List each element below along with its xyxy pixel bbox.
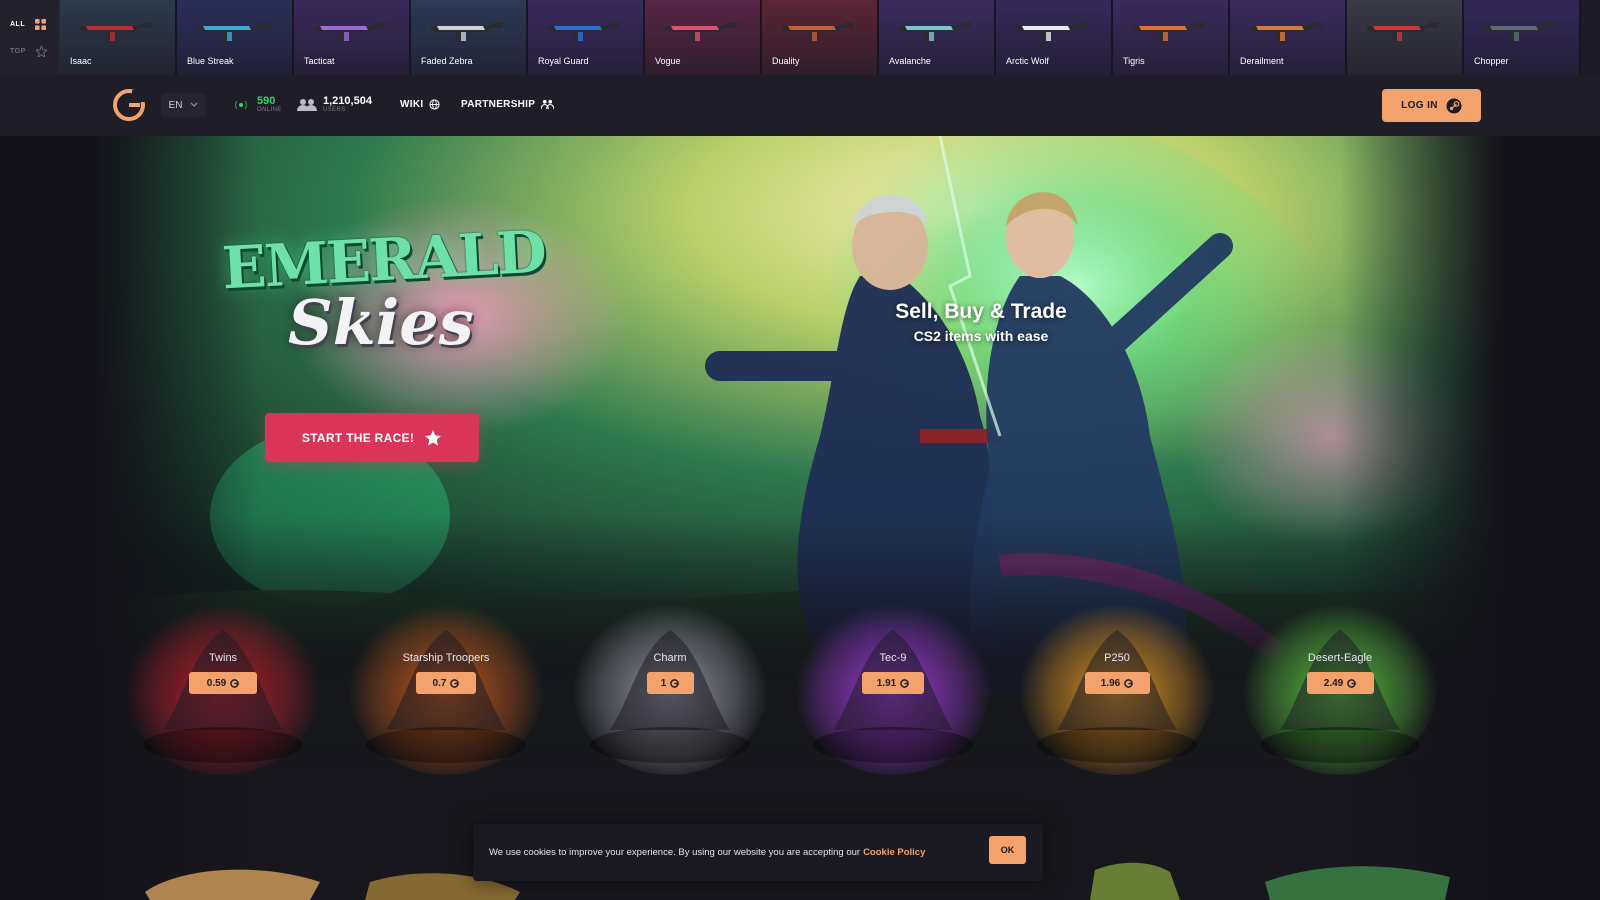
hero-banner: EMERALD Skies START THE RACE! Sell, Buy … [0,136,1600,900]
coin-icon [900,678,910,688]
case-name: Desert-Eagle [1307,652,1373,664]
case-price-button[interactable]: 1.91 [862,672,924,694]
case-name: Tec-9 [879,652,907,664]
filter-top-tab[interactable]: TOP [10,45,59,57]
cookie-policy-link[interactable]: Cookie Policy [863,847,925,858]
case-card[interactable]: Desert-Eagle 2.49 [1240,0,1440,775]
start-race-button[interactable]: START THE RACE! [265,413,479,462]
hero-slogan: Sell, Buy & Trade CS2 items with ease [858,300,1104,344]
filter-top-label: TOP [10,47,26,55]
cookie-ok-button[interactable]: OK [989,836,1026,864]
steam-icon [1446,98,1462,113]
drop-name: Chopper [1474,56,1509,66]
case-name: P250 [1104,652,1130,664]
case-card[interactable]: P250 1.96 [1017,0,1217,775]
case-price-button[interactable]: 0.59 [189,672,257,694]
drop-name: Isaac [70,56,92,66]
case-card[interactable]: Tec-9 1.91 [793,0,993,775]
filter-all-tab[interactable]: ALL [10,18,59,30]
case-price-button[interactable]: 2.49 [1306,672,1374,694]
case-price-button[interactable]: 0.7 [416,672,476,694]
case-card[interactable]: Charm 1 [570,0,770,775]
case-price: 1 [660,677,667,689]
case-price-button[interactable]: 1.96 [1084,672,1150,694]
case-price: 1.91 [876,677,897,689]
case-price: 0.7 [432,677,447,689]
case-name: Starship Troopers [402,652,490,664]
slogan-title: Sell, Buy & Trade [895,300,1067,323]
case-price: 1.96 [1100,677,1121,689]
slogan-subtitle: CS2 items with ease [913,328,1049,344]
case-price: 0.59 [206,677,227,689]
weapon-skin-icon [1484,22,1556,42]
case-price-button[interactable]: 1 [646,672,694,694]
event-title-line2: Skies [288,286,474,359]
case-name: Twins [208,652,238,664]
drops-filter-toggle: ALL TOP [0,0,60,75]
filter-all-label: ALL [10,20,26,28]
coin-icon [230,678,240,688]
coin-icon [1347,678,1357,688]
drop-item[interactable]: Chopper [1464,0,1581,75]
star-badge-icon [35,45,47,57]
cookie-message: We use cookies to improve your experienc… [489,847,861,858]
coin-icon [670,678,680,688]
start-race-label: START THE RACE! [301,430,415,445]
case-card[interactable]: Twins 0.59 [123,0,323,775]
coin-icon [450,678,460,688]
star-icon [425,429,442,446]
case-price: 2.49 [1323,677,1344,689]
cookie-banner: We use cookies to improve your experienc… [473,824,1043,881]
grid-icon [35,18,47,30]
coin-icon [1124,678,1134,688]
case-name: Charm [653,652,687,664]
case-card[interactable]: Starship Troopers 0.7 [346,0,546,775]
